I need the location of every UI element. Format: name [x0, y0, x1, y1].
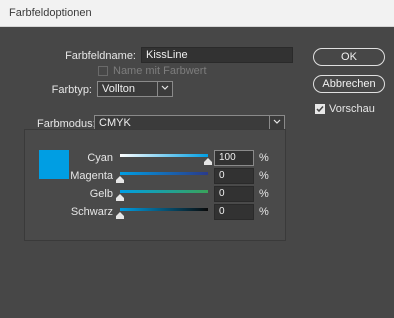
magenta-value-input[interactable]: 0 — [214, 168, 254, 184]
black-value-input[interactable]: 0 — [214, 204, 254, 220]
checkmark-icon — [316, 106, 324, 113]
name-with-value-label: Name mit Farbwert — [113, 65, 207, 77]
black-slider-track[interactable] — [120, 208, 208, 211]
yellow-value-input[interactable]: 0 — [214, 186, 254, 202]
cyan-value-input[interactable]: 100 — [214, 150, 254, 166]
color-type-label: Farbtyp: — [51, 84, 92, 96]
slider-label-black: Schwarz — [70, 206, 113, 218]
color-values-panel: Cyan 100 % Magenta 0 % Gelb 0 % Schwarz … — [24, 129, 286, 241]
cancel-button[interactable]: Abbrechen — [313, 75, 385, 93]
swatch-name-label: Farbfeldname: — [65, 50, 136, 62]
color-type-dropdown[interactable]: Vollton — [97, 81, 173, 97]
title-bar: Farbfeldoptionen — [0, 0, 394, 27]
black-slider-thumb[interactable] — [116, 212, 124, 219]
preview-label: Vorschau — [329, 103, 375, 115]
ok-button[interactable]: OK — [313, 48, 385, 66]
swatch-name-input[interactable]: KissLine — [141, 47, 293, 63]
color-mode-value: CMYK — [99, 117, 131, 129]
yellow-unit: % — [259, 188, 269, 200]
slider-label-magenta: Magenta — [70, 170, 113, 182]
name-with-value-checkbox[interactable] — [98, 66, 108, 76]
cyan-slider-track[interactable] — [120, 154, 208, 157]
magenta-slider-thumb[interactable] — [116, 176, 124, 183]
slider-label-cyan: Cyan — [87, 152, 113, 164]
preview-checkbox[interactable] — [315, 104, 325, 114]
magenta-slider-track[interactable] — [120, 172, 208, 175]
cyan-slider-thumb[interactable] — [204, 158, 212, 165]
yellow-slider-thumb[interactable] — [116, 194, 124, 201]
chevron-down-icon — [157, 81, 172, 97]
slider-label-yellow: Gelb — [89, 188, 113, 200]
window-title: Farbfeldoptionen — [9, 7, 92, 19]
color-type-value: Vollton — [102, 83, 136, 95]
black-unit: % — [259, 206, 269, 218]
magenta-unit: % — [259, 170, 269, 182]
yellow-slider-track[interactable] — [120, 190, 208, 193]
cyan-unit: % — [259, 152, 269, 164]
